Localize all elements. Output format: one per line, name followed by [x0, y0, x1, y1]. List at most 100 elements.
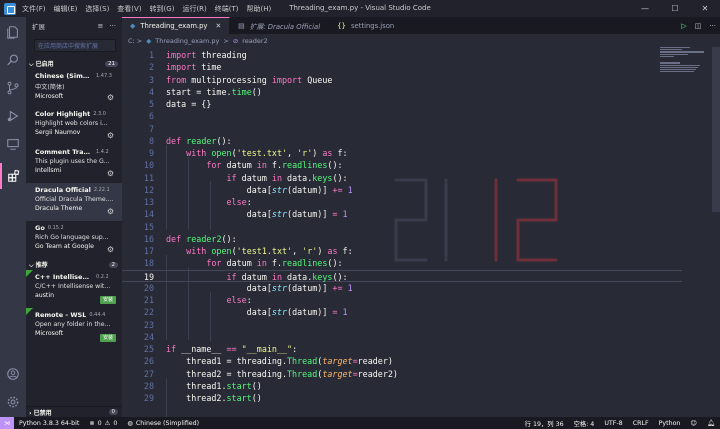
code-line[interactable]: 7	[122, 123, 682, 135]
tab-threading-exam[interactable]: ◆ Threading_exam.py ✕	[122, 17, 231, 34]
line-code: from multiprocessing import Queue	[166, 74, 333, 85]
code-line[interactable]: 6	[122, 110, 682, 122]
code-line[interactable]: 22 data[str(datum)] = 1	[122, 306, 682, 318]
line-code: import time	[166, 62, 222, 73]
line-code: thread1 = threading.Thread(target=reader…	[166, 356, 393, 367]
menu-help[interactable]: 帮助(H)	[247, 4, 272, 14]
more-actions-icon[interactable]: ···	[709, 22, 716, 30]
code-line[interactable]: 2 import time	[122, 61, 682, 73]
menu-run[interactable]: 运行(R)	[182, 4, 206, 14]
code-line[interactable]: 26 thread1 = threading.Thread(target=rea…	[122, 355, 682, 367]
line-code: if __name__ == "__main__":	[166, 344, 298, 354]
extensions-icon[interactable]	[0, 163, 26, 189]
close-tab-icon[interactable]: ✕	[215, 22, 221, 30]
tab-extension-dracula[interactable]: ▤ 扩展: Dracula Official	[230, 17, 330, 34]
minimap[interactable]	[660, 47, 708, 87]
manage-gear-icon[interactable]: ⚙	[107, 245, 114, 254]
problems-indicator[interactable]: ⊗ 0 ⚠ 0	[84, 420, 122, 427]
code-line[interactable]: 24	[122, 331, 682, 343]
line-number: 21	[143, 295, 154, 305]
run-file-icon[interactable]: ▷	[681, 22, 686, 30]
more-actions-icon[interactable]: ···	[109, 22, 116, 30]
close-icon[interactable]: ✕	[690, 0, 720, 17]
source-control-icon[interactable]	[0, 75, 26, 101]
extension-item-selected[interactable]: Dracula Official 2.22.1 Official Dracula …	[26, 183, 122, 221]
line-number: 9	[148, 148, 154, 158]
menu-selection[interactable]: 选择(S)	[85, 4, 109, 14]
code-line[interactable]: 1 import threading	[122, 49, 682, 61]
feedback-icon[interactable]: ☺	[685, 420, 702, 427]
notifications-icon[interactable]: 🔔︎	[702, 419, 720, 427]
python-interpreter[interactable]: Python 3.8.3 64-bit	[14, 420, 84, 427]
cursor-position[interactable]: 行 19，列 36	[520, 419, 569, 428]
end-of-line[interactable]: CRLF	[628, 420, 654, 427]
code-line[interactable]: 21 else:	[122, 294, 682, 306]
language-pack-indicator[interactable]: ◍ Chinese (Simplified)	[122, 420, 204, 427]
remote-indicator-icon[interactable]: ⋊	[0, 417, 14, 429]
line-code: def reader():	[166, 135, 232, 146]
code-line[interactable]: 27 thread2 = threading.Thread(target=rea…	[122, 368, 682, 380]
filter-icon[interactable]: ≡	[97, 22, 103, 30]
search-icon[interactable]	[0, 47, 26, 73]
code-line[interactable]: 20 data[str(datum)] += 1	[122, 282, 682, 294]
line-number: 4	[148, 86, 154, 97]
line-code: data[str(datum)] = 1	[166, 209, 348, 220]
editor-actions: ▷ ◫ ···	[681, 17, 716, 34]
code-line[interactable]: 28 thread1.start()	[122, 380, 682, 392]
manage-gear-icon[interactable]: ⚙	[107, 93, 114, 102]
minimize-icon[interactable]: —	[630, 0, 660, 17]
code-editor[interactable]: 1 import threading 2 import time 3 from multi…	[122, 47, 720, 417]
menu-view[interactable]: 查看(V)	[117, 4, 141, 14]
line-code: if datum in data.keys():	[226, 172, 348, 183]
code-line[interactable]: 19 if datum in data.keys():	[122, 269, 682, 282]
section-installed-header[interactable]: ⌵ 已启用 21	[26, 58, 122, 69]
code-line[interactable]: 4 start = time.time()	[122, 86, 682, 98]
manage-gear-icon[interactable]: ⚙	[107, 131, 114, 140]
menu-terminal[interactable]: 终端(T)	[215, 4, 239, 14]
split-editor-icon[interactable]: ◫	[695, 22, 702, 30]
function-symbol-icon: ⊘	[232, 36, 239, 45]
line-number: 26	[143, 356, 154, 367]
extension-item[interactable]: Go 0.15.2 Rich Go language sup... Go Team…	[26, 221, 122, 259]
extension-search-input[interactable]: 在应用商店中搜索扩展	[34, 39, 116, 52]
line-number: 1	[148, 50, 154, 60]
settings-gear-icon[interactable]	[0, 389, 26, 415]
menu-file[interactable]: 文件(F)	[22, 4, 46, 14]
code-line[interactable]: 23	[122, 319, 682, 331]
extension-item[interactable]: Comment Transl...1.4.2 This plugin uses …	[26, 145, 122, 183]
code-line[interactable]: 8 def reader():	[122, 135, 682, 147]
section-disabled-header[interactable]: › 已禁用 0	[26, 406, 122, 417]
tab-settings-json[interactable]: {} settings.json	[329, 17, 404, 34]
line-number: 15	[143, 221, 154, 232]
remote-explorer-icon[interactable]	[0, 131, 26, 157]
encoding[interactable]: UTF-8	[599, 420, 627, 427]
manage-gear-icon[interactable]: ⚙	[107, 169, 114, 178]
vertical-scrollbar[interactable]	[712, 47, 720, 212]
language-mode[interactable]: Python	[654, 420, 686, 427]
code-line[interactable]: 9 with open('test.txt', 'r') as f:	[122, 147, 682, 159]
menu-go[interactable]: 转到(G)	[150, 4, 175, 14]
manage-gear-icon[interactable]: ⚙	[107, 207, 114, 216]
code-line[interactable]: 10 for datum in f.readlines():	[122, 159, 682, 171]
section-recommended-header[interactable]: ⌵ 推荐 2	[26, 259, 122, 270]
indentation[interactable]: 空格: 4	[569, 419, 600, 428]
code-line[interactable]: 25 if __name__ == "__main__":	[122, 343, 682, 355]
menu-edit[interactable]: 编辑(E)	[54, 4, 78, 14]
extension-item[interactable]: Color Highlight 2.3.0 Highlight web color…	[26, 107, 122, 145]
code-line[interactable]: 5 data = {}	[122, 98, 682, 110]
extension-item[interactable]: Chinese (Simplifi...1.47.3 中文(简体) Micros…	[26, 69, 122, 107]
line-code: start = time.time()	[166, 86, 262, 97]
extension-item[interactable]: Remote - WSL 0.44.4 Open any folder in th…	[26, 308, 122, 346]
install-button[interactable]: 安装	[99, 334, 116, 342]
run-debug-icon[interactable]	[0, 103, 26, 129]
extension-item[interactable]: C++ Intellisense 0.2.2 C/C++ Intellisense…	[26, 270, 122, 308]
code-line[interactable]: 29 thread2.start()	[122, 392, 682, 404]
explorer-icon[interactable]	[0, 19, 26, 45]
line-number: 10	[143, 160, 154, 171]
chevron-down-icon: ⌵	[29, 261, 36, 269]
maximize-icon[interactable]: ☐	[660, 0, 690, 17]
line-code: thread2 = threading.Thread(target=reader…	[166, 368, 398, 379]
account-icon[interactable]	[0, 361, 26, 387]
install-button[interactable]: 安装	[99, 296, 116, 304]
code-line[interactable]: 3 from multiprocessing import Queue	[122, 74, 682, 86]
